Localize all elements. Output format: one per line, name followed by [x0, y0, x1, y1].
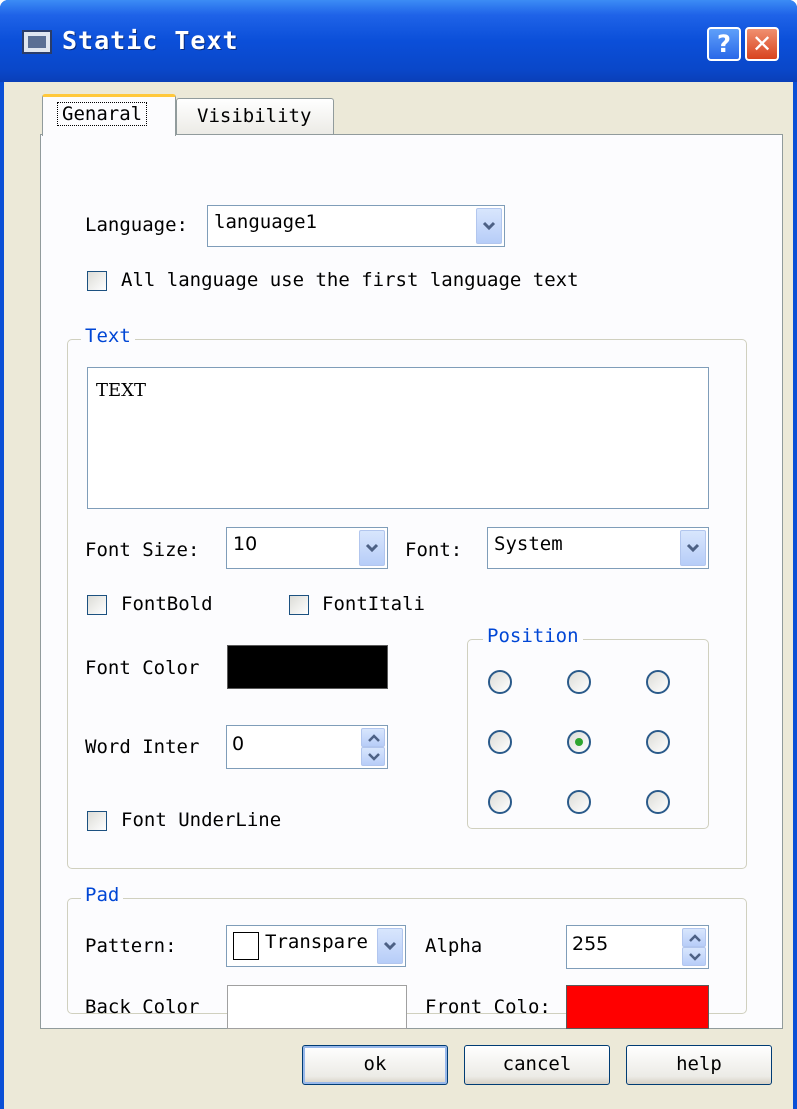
help-title-button[interactable]: ? [707, 27, 741, 61]
static-text-dialog: Static Text ? ✕ Genaral Visibility Langu… [0, 0, 797, 1109]
spin-up-icon[interactable] [682, 928, 706, 947]
font-color-swatch[interactable] [227, 645, 388, 689]
position-radio-middle-center[interactable] [567, 730, 591, 754]
front-color-swatch[interactable] [566, 985, 709, 1029]
general-tab-panel: Language: language1 All language use the… [40, 134, 783, 1029]
spin-down-icon[interactable] [682, 947, 706, 966]
spin-up-icon[interactable] [361, 728, 385, 747]
cancel-button[interactable]: cancel [464, 1045, 610, 1085]
chevron-down-icon[interactable] [680, 530, 706, 566]
word-inter-value: 0 [232, 733, 245, 755]
language-select-value: language1 [214, 211, 317, 233]
alpha-stepper[interactable]: 255 [566, 925, 709, 969]
tab-general-label: Genaral [57, 102, 148, 126]
back-color-label: Back Color [85, 996, 200, 1018]
alpha-value: 255 [572, 933, 609, 955]
position-radio-top-center[interactable] [567, 670, 591, 694]
font-italic-checkbox[interactable] [289, 595, 309, 615]
font-underline-label: Font UnderLine [121, 809, 282, 831]
font-bold-label: FontBold [121, 593, 213, 615]
dialog-client-area: Genaral Visibility Language: language1 A… [4, 82, 793, 1109]
font-italic-label: FontItali [322, 593, 425, 615]
help-button[interactable]: help [626, 1045, 772, 1085]
text-content-value: TEXT [96, 380, 146, 401]
text-content-input[interactable]: TEXT [87, 367, 709, 509]
title-bar[interactable]: Static Text ? ✕ [0, 0, 797, 82]
front-color-label: Front Colo: [425, 996, 551, 1018]
chevron-down-icon[interactable] [359, 530, 385, 566]
chevron-down-icon[interactable] [476, 208, 502, 244]
font-select[interactable]: System [487, 527, 709, 569]
position-radio-middle-right[interactable] [646, 730, 670, 754]
position-radio-bottom-right[interactable] [646, 790, 670, 814]
word-inter-stepper[interactable]: 0 [226, 725, 388, 769]
word-inter-label: Word Inter [85, 736, 200, 758]
font-underline-checkbox[interactable] [87, 811, 107, 831]
spin-down-icon[interactable] [361, 747, 385, 766]
ok-button[interactable]: ok [302, 1045, 448, 1085]
tab-visibility[interactable]: Visibility [176, 98, 334, 134]
tab-general[interactable]: Genaral [42, 94, 176, 136]
back-color-swatch[interactable] [227, 985, 407, 1029]
language-select[interactable]: language1 [207, 205, 505, 247]
font-size-select[interactable]: 10 [226, 527, 388, 569]
position-radio-bottom-left[interactable] [488, 790, 512, 814]
font-size-label: Font Size: [85, 539, 200, 561]
position-radio-middle-left[interactable] [488, 730, 512, 754]
chevron-down-icon[interactable] [377, 928, 403, 964]
all-language-checkbox[interactable] [87, 271, 107, 291]
position-radio-top-right[interactable] [646, 670, 670, 694]
font-color-label: Font Color [85, 657, 200, 679]
font-label: Font: [405, 539, 463, 561]
alpha-label: Alpha [425, 935, 483, 957]
language-label: Language: [85, 214, 188, 236]
close-button[interactable]: ✕ [745, 27, 779, 61]
text-group-legend: Text [81, 325, 135, 347]
pattern-select[interactable]: Transpare [226, 925, 406, 967]
font-bold-checkbox[interactable] [87, 595, 107, 615]
app-window-icon [22, 30, 52, 54]
pattern-value: Transpare [265, 931, 368, 953]
position-group-legend: Position [483, 625, 583, 647]
pad-group-legend: Pad [81, 884, 124, 906]
position-radio-top-left[interactable] [488, 670, 512, 694]
font-size-value: 10 [233, 533, 258, 555]
pattern-preview [233, 932, 259, 960]
tab-visibility-label: Visibility [197, 105, 312, 127]
font-value: System [494, 533, 563, 555]
position-radio-bottom-center[interactable] [567, 790, 591, 814]
dialog-title: Static Text [62, 26, 239, 55]
pattern-label: Pattern: [85, 935, 177, 957]
all-language-label: All language use the first language text [121, 269, 579, 291]
